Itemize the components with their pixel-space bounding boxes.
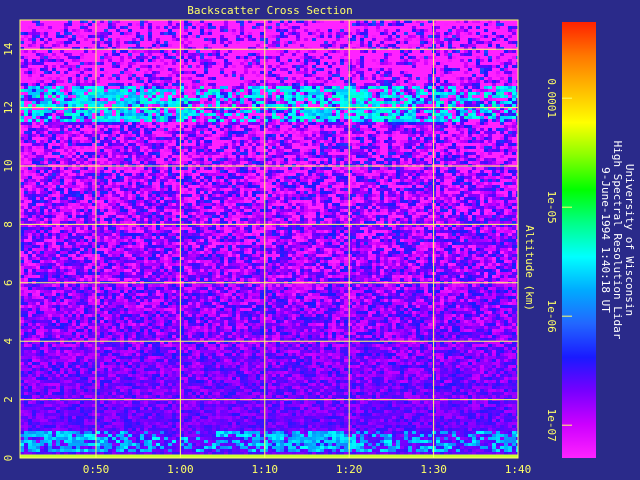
colorbar-tick-label: 1e-05 [545,191,558,224]
colorbar-tick-label: 1e-07 [545,409,558,442]
x-tick-label: 0:50 [83,463,110,476]
backscatter-heatmap [20,20,520,458]
colorbar-tick-label: 1e-06 [545,300,558,333]
colorbar-tick-label: 0.0001 [545,78,558,118]
x-tick-label: 1:30 [420,463,447,476]
annotation-block: University of Wisconsin High Spectral Re… [599,141,636,340]
y-axis-label: Altitude (km) [523,225,536,311]
x-tick-label: 1:20 [336,463,363,476]
x-tick-label: 1:40 [505,463,532,476]
figure-canvas: Backscatter Cross Section 0 2 4 6 8 10 12 14 0:… [0,0,640,480]
chart-title: Backscatter Cross Section [187,4,353,17]
x-tick-label: 1:10 [252,463,279,476]
y-tick-label: 10 [2,159,15,172]
y-tick-label: 4 [2,338,15,345]
y-tick-label: 14 [2,42,15,56]
x-tick-label: 1:00 [167,463,194,476]
y-tick-label: 6 [2,279,15,286]
annotation-line-3: 9-June-1994 1:40:18 UT [599,167,612,313]
x-axis-ticks: 0:50 1:00 1:10 1:20 1:30 1:40 [83,463,532,476]
plot-area [20,20,520,458]
y-axis-ticks: 0 2 4 6 8 10 12 14 [2,42,15,461]
colorbar-gradient [562,22,596,458]
y-tick-label: 2 [2,396,15,403]
colorbar: 1e-07 1e-06 1e-05 0.0001 [545,22,596,458]
y-tick-label: 8 [2,221,15,228]
y-tick-label: 12 [2,101,15,114]
y-tick-label: 0 [2,455,15,462]
